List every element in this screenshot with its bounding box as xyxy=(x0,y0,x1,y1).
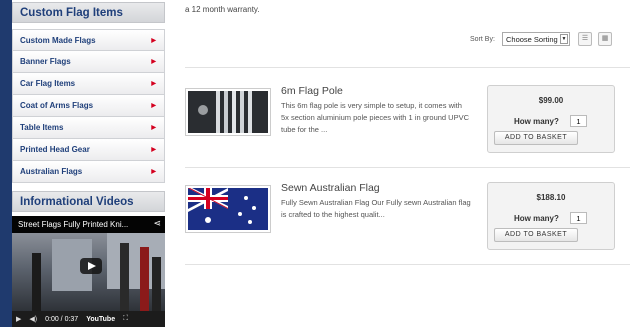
video-banner-flag xyxy=(140,247,149,311)
list-view-button[interactable]: ☰ xyxy=(578,32,592,46)
flag-pole-image xyxy=(188,91,268,133)
sidebar-item-coat-of-arms-flags[interactable]: Coat of Arms Flags ▶ xyxy=(12,95,165,117)
add-to-basket-button[interactable]: ADD TO BASKET xyxy=(494,131,578,145)
arrow-right-icon: ▶ xyxy=(151,125,156,131)
product-price: $188.10 xyxy=(536,193,566,202)
product-image[interactable] xyxy=(185,88,271,136)
sort-select[interactable]: Choose Sorting ▼ xyxy=(502,32,570,46)
sidebar-item-label: Australian Flags xyxy=(20,167,83,176)
sidebar-item-label: Table Items xyxy=(20,123,64,132)
quantity-label: How many? xyxy=(514,117,559,126)
sidebar-item-australian-flags[interactable]: Australian Flags ▶ xyxy=(12,161,165,183)
sidebar-item-printed-head-gear[interactable]: Printed Head Gear ▶ xyxy=(12,139,165,161)
product-description: This 6m flag pole is very simple to setu… xyxy=(281,101,470,134)
buy-box: $99.00 How many? 1 ADD TO BASKET xyxy=(487,85,615,153)
sidebar-item-custom-made-flags[interactable]: Custom Made Flags ▶ xyxy=(12,29,165,51)
product-name[interactable]: Sewn Australian Flag xyxy=(281,182,380,194)
volume-icon[interactable]: ◀) xyxy=(29,315,37,323)
sidebar-item-table-items[interactable]: Table Items ▶ xyxy=(12,117,165,139)
australian-flag-image xyxy=(188,188,268,230)
sidebar-item-banner-flags[interactable]: Banner Flags ▶ xyxy=(12,51,165,73)
add-to-basket-button[interactable]: ADD TO BASKET xyxy=(494,228,578,242)
sidebar-item-label: Printed Head Gear xyxy=(20,145,90,154)
arrow-right-icon: ▶ xyxy=(151,59,156,65)
share-icon[interactable]: ⋖ xyxy=(153,218,161,229)
video-banner-flag xyxy=(152,257,161,311)
informational-videos-heading: Informational Videos xyxy=(12,191,165,212)
arrow-right-icon: ▶ xyxy=(151,103,156,109)
divider xyxy=(185,264,630,265)
video-time: 0:00 / 0:37 xyxy=(45,315,79,323)
sidebar-item-label: Car Flag Items xyxy=(20,79,76,88)
arrow-right-icon: ▶ xyxy=(151,169,156,175)
play-icon[interactable]: ▶ xyxy=(16,315,21,323)
youtube-logo[interactable]: YouTube xyxy=(86,316,115,323)
quantity-input[interactable]: 1 xyxy=(570,115,587,127)
product-image[interactable] xyxy=(185,185,271,233)
divider xyxy=(185,67,630,68)
chevron-down-icon: ▼ xyxy=(560,34,568,44)
arrow-right-icon: ▶ xyxy=(151,37,156,44)
video-banner-flag xyxy=(120,243,129,311)
product-description: Fully Sewn Australian Flag Our Fully sew… xyxy=(281,198,471,219)
sidebar-item-label: Banner Flags xyxy=(20,57,71,66)
sort-select-value: Choose Sorting xyxy=(506,35,558,44)
fullscreen-icon[interactable]: ⛶ xyxy=(123,315,128,323)
arrow-right-icon: ▶ xyxy=(151,81,156,87)
custom-flag-items-heading: Custom Flag Items xyxy=(12,2,165,23)
divider xyxy=(185,167,630,168)
product-price: $99.00 xyxy=(538,96,564,105)
sidebar-menu: Custom Made Flags ▶ Banner Flags ▶ Car F… xyxy=(12,29,165,183)
video-banner-flag xyxy=(32,253,41,311)
video-title[interactable]: Street Flags Fully Printed Kni... xyxy=(12,216,165,233)
video-controls: ▶ ◀) 0:00 / 0:37 YouTube ⛶ xyxy=(12,311,165,327)
buy-box: $188.10 How many? 1 ADD TO BASKET xyxy=(487,182,615,250)
product-name[interactable]: 6m Flag Pole xyxy=(281,85,343,97)
video-player[interactable]: Street Flags Fully Printed Kni... ⋖ ▶ ◀)… xyxy=(12,216,165,327)
quantity-input[interactable]: 1 xyxy=(570,212,587,224)
grid-view-button[interactable]: ▦ xyxy=(598,32,612,46)
warranty-text: a 12 month warranty. xyxy=(185,5,260,14)
play-button[interactable] xyxy=(80,258,102,274)
quantity-label: How many? xyxy=(514,214,559,223)
arrow-right-icon: ▶ xyxy=(151,147,156,153)
sidebar-item-label: Coat of Arms Flags xyxy=(20,101,94,110)
sidebar-item-label: Custom Made Flags xyxy=(20,35,96,45)
sidebar-item-car-flag-items[interactable]: Car Flag Items ▶ xyxy=(12,73,165,95)
sort-label: Sort By: xyxy=(470,36,495,43)
